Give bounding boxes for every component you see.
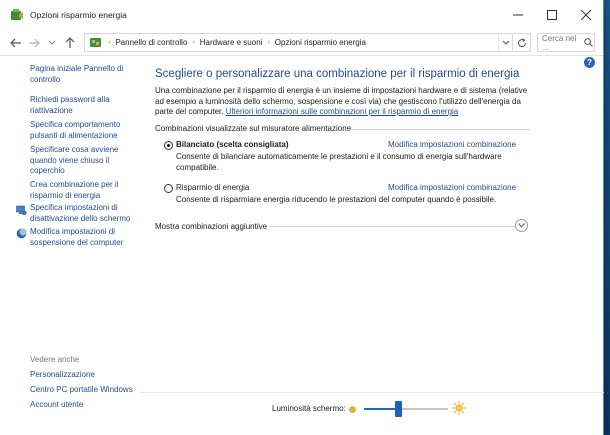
sleep-moon-icon xyxy=(16,228,27,239)
back-button[interactable] xyxy=(8,35,24,51)
maximize-icon xyxy=(547,10,557,20)
see-also-heading: Vedere anche xyxy=(30,355,80,364)
search-box[interactable]: Cerca nel ... xyxy=(537,33,595,52)
control-panel-icon xyxy=(90,38,101,47)
brightness-label: Luminosità schermo: xyxy=(272,404,346,413)
search-placeholder[interactable]: Cerca nel ... xyxy=(542,34,582,52)
bright-sun-icon xyxy=(452,401,466,415)
power-options-icon xyxy=(11,9,23,20)
expand-more-plans-button[interactable] xyxy=(515,219,528,232)
navigation-bar: › Pannello di controllo › Hardware e suo… xyxy=(0,30,603,56)
link-mobility-center[interactable]: Centro PC portatile Windows xyxy=(30,385,138,396)
refresh-icon xyxy=(517,37,526,47)
link-user-accounts[interactable]: Account utente xyxy=(30,400,138,411)
dim-sun-icon xyxy=(349,406,356,413)
plan-power-saver-name[interactable]: Risparmio di energia xyxy=(176,183,249,192)
breadcrumb-separator: › xyxy=(192,39,195,46)
link-sleep-settings[interactable]: Modifica impostazioni di sospensione del… xyxy=(30,227,138,248)
brightness-slider-fill xyxy=(364,408,398,410)
forward-button[interactable] xyxy=(26,35,42,51)
forward-arrow-icon xyxy=(29,38,40,47)
back-arrow-icon xyxy=(10,38,21,47)
breadcrumb-hardware-sound[interactable]: Hardware e suoni xyxy=(200,38,263,47)
close-button[interactable] xyxy=(569,0,603,30)
chevron-down-icon xyxy=(518,223,525,228)
breadcrumb-separator: › xyxy=(267,39,270,46)
minimize-button[interactable] xyxy=(501,0,535,30)
more-plans-divider xyxy=(269,226,515,227)
help-icon[interactable]: ? xyxy=(584,57,595,68)
refresh-button[interactable] xyxy=(513,33,531,52)
title-bar: Opzioni risparmio energia xyxy=(0,0,603,30)
chevron-down-icon xyxy=(48,40,56,45)
plan-balanced-radio[interactable] xyxy=(164,141,173,150)
breadcrumb-separator: › xyxy=(108,39,111,46)
learn-more-link[interactable]: Ulteriori informazioni sulle combinazion… xyxy=(226,107,459,116)
plan-power-saver-radio[interactable] xyxy=(164,184,173,193)
show-more-plans-label[interactable]: Mostra combinazioni aggiuntive xyxy=(155,222,267,231)
plan-balanced-name[interactable]: Bilanciato (scelta consigliata) xyxy=(176,140,288,149)
link-power-buttons[interactable]: Specifica comportamento pulsanti di alim… xyxy=(30,120,138,141)
page-heading: Scegliere o personalizzare una combinazi… xyxy=(155,68,520,80)
link-personalization[interactable]: Personalizzazione xyxy=(30,370,138,381)
recent-locations-button[interactable] xyxy=(44,35,60,51)
brightness-slider-thumb[interactable] xyxy=(394,401,402,417)
link-display-off-settings[interactable]: Specifica impostazioni di disattivazione… xyxy=(30,203,138,224)
link-create-plan[interactable]: Crea combinazione per il risparmio di en… xyxy=(30,180,138,201)
minimize-icon xyxy=(513,14,523,16)
maximize-button[interactable] xyxy=(535,0,569,30)
up-arrow-icon xyxy=(65,36,75,48)
plan-power-saver-modify-link[interactable]: Modifica impostazioni combinazione xyxy=(388,183,516,192)
up-button[interactable] xyxy=(62,35,78,51)
link-lid-close[interactable]: Specificare cosa avviene quando viene ch… xyxy=(30,145,138,177)
main-content: Scegliere o personalizzare una combinazi… xyxy=(155,67,575,116)
link-control-panel-home[interactable]: Pagina iniziale Pannello di controllo xyxy=(30,64,138,85)
page-description: Una combinazione per il risparmio di ene… xyxy=(155,86,535,118)
link-require-password[interactable]: Richiedi password alla riattivazione xyxy=(30,95,138,116)
address-bar[interactable]: › Pannello di controllo › Hardware e suo… xyxy=(84,33,513,52)
brightness-bar: Luminosità schermo: xyxy=(140,392,604,435)
plan-balanced-modify-link[interactable]: Modifica impostazioni combinazione xyxy=(388,140,516,149)
breadcrumb-power-options[interactable]: Opzioni risparmio energia xyxy=(275,38,366,47)
plan-balanced-description: Consente di bilanciare automaticamente l… xyxy=(176,152,502,172)
plans-group-label: Combinazioni visualizzate sul misuratore… xyxy=(155,124,352,133)
brightness-slider-track[interactable] xyxy=(364,408,448,410)
control-panel-window: Opzioni risparmio energia › Pannello di … xyxy=(0,0,604,435)
search-icon[interactable] xyxy=(582,38,594,47)
breadcrumb-control-panel[interactable]: Pannello di controllo xyxy=(115,38,187,47)
left-task-pane: Pagina iniziale Pannello di controllo Ri… xyxy=(0,57,140,435)
close-icon xyxy=(581,10,591,20)
monitor-shield-icon xyxy=(16,205,27,216)
group-divider xyxy=(346,129,530,130)
window-title: Opzioni risparmio energia xyxy=(30,10,127,20)
chevron-down-icon xyxy=(502,40,509,45)
plan-power-saver-description: Consente di risparmiare energia riducend… xyxy=(176,195,497,204)
address-dropdown-button[interactable] xyxy=(498,34,512,51)
